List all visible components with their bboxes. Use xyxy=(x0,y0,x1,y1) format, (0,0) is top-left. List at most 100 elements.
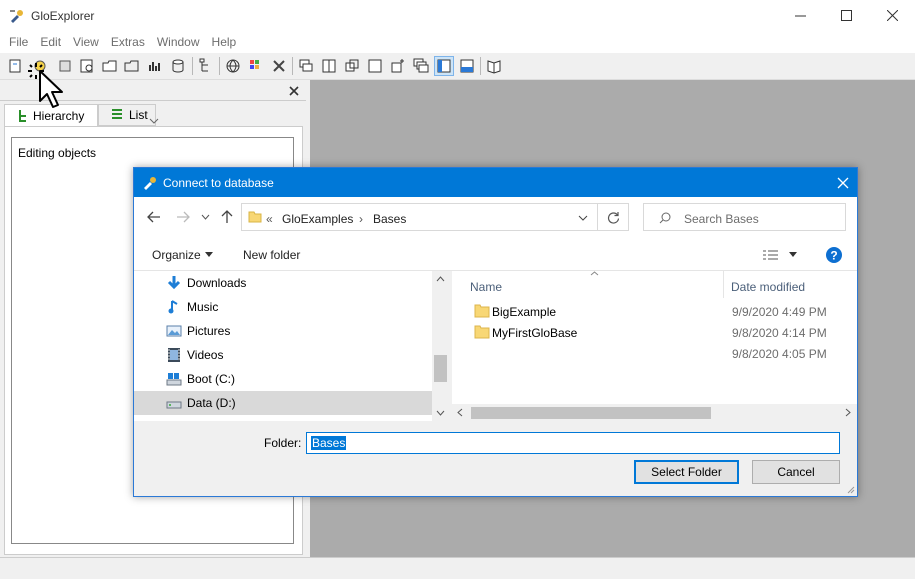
folder-icon xyxy=(248,211,262,223)
folder-input[interactable]: Bases xyxy=(306,432,840,454)
file-name: MyFirstGloBase xyxy=(492,326,578,340)
navigation-bar: « GloExamples › Bases Search Bases xyxy=(134,197,857,238)
close-icon xyxy=(886,10,898,21)
music-icon xyxy=(168,300,178,314)
tree-root-label[interactable]: Editing objects xyxy=(18,146,96,160)
chevron-right-icon[interactable] xyxy=(845,408,851,417)
chevron-down-icon[interactable] xyxy=(578,215,588,221)
menu-extras[interactable]: Extras xyxy=(105,31,151,53)
nav-item-label: Videos xyxy=(187,348,224,362)
chevron-down-icon[interactable] xyxy=(149,118,159,124)
close-button[interactable] xyxy=(869,0,915,31)
toolbar-bottompanel-button[interactable] xyxy=(457,56,477,76)
chart-icon xyxy=(149,62,160,71)
toolbar-folder2-button[interactable] xyxy=(122,56,142,76)
resize-grip-icon[interactable] xyxy=(845,484,855,494)
toolbar-separator xyxy=(192,57,193,75)
menu-file[interactable]: File xyxy=(3,31,34,53)
toolbar-stats-button[interactable] xyxy=(145,56,165,76)
menu-help[interactable]: Help xyxy=(206,31,243,53)
forward-button[interactable] xyxy=(174,208,192,226)
hierarchy-icon xyxy=(199,58,208,72)
nav-item-label: Music xyxy=(187,300,219,314)
file-list: Name Date modified BigExample 9/9/2020 4… xyxy=(452,271,857,421)
view-options-icon[interactable] xyxy=(762,249,780,261)
app-titlebar: GloExplorer xyxy=(0,0,915,31)
toolbar-stack-button[interactable] xyxy=(411,56,431,76)
new-window-icon xyxy=(391,59,404,73)
toolbar-separator xyxy=(292,57,293,75)
nav-item-label: Downloads xyxy=(187,276,247,290)
toolbar-leftpanel-button[interactable] xyxy=(434,56,454,76)
nav-item-music[interactable]: Music xyxy=(134,295,432,319)
dialog-app-icon xyxy=(144,177,156,190)
menu-bar: File Edit View Extras Window Help xyxy=(0,31,915,53)
toolbar-tools-button[interactable] xyxy=(269,56,289,76)
organize-button[interactable]: Organize xyxy=(152,248,201,262)
minimize-button[interactable] xyxy=(777,0,823,31)
menu-window[interactable]: Window xyxy=(151,31,206,53)
column-divider[interactable] xyxy=(723,271,724,298)
cascade-icon xyxy=(299,59,313,72)
toolbar-hierarchy-button[interactable] xyxy=(196,56,216,76)
nav-item-videos[interactable]: Videos xyxy=(134,343,432,367)
chevron-down-icon[interactable] xyxy=(789,252,797,257)
folder-icon xyxy=(474,325,490,339)
toolbar-preview-button[interactable] xyxy=(77,56,97,76)
toolbar-newwin-button[interactable] xyxy=(388,56,408,76)
recent-locations-button[interactable] xyxy=(199,208,211,226)
nav-item-pictures[interactable]: Pictures xyxy=(134,319,432,343)
cancel-button[interactable]: Cancel xyxy=(752,460,840,484)
file-hscrollbar[interactable] xyxy=(452,404,857,421)
toolbar-grid-button[interactable] xyxy=(246,56,266,76)
preview-icon xyxy=(80,59,93,73)
panel-close-icon[interactable] xyxy=(287,84,301,98)
new-folder-button[interactable]: New folder xyxy=(243,248,300,262)
file-hscroll-thumb[interactable] xyxy=(471,407,711,419)
maximize-button[interactable] xyxy=(823,0,869,31)
up-button[interactable] xyxy=(218,208,236,226)
chevron-down-icon[interactable] xyxy=(436,410,445,416)
toolbar-globe-button[interactable] xyxy=(223,56,243,76)
chevron-left-icon[interactable] xyxy=(457,408,463,417)
nav-scrollbar[interactable] xyxy=(432,271,449,421)
breadcrumb-overflow[interactable]: « xyxy=(266,212,273,226)
dialog-close-button[interactable] xyxy=(829,168,857,197)
nav-item-downloads[interactable]: Downloads xyxy=(134,271,432,295)
toolbar-folder-button[interactable] xyxy=(100,56,120,76)
refresh-button[interactable] xyxy=(598,203,629,231)
menu-view[interactable]: View xyxy=(67,31,105,53)
select-folder-button[interactable]: Select Folder xyxy=(634,460,739,484)
toolbar-help-button[interactable] xyxy=(484,56,504,76)
file-date: 9/9/2020 4:49 PM xyxy=(732,305,827,319)
search-input[interactable]: Search Bases xyxy=(643,203,846,231)
navigation-pane: Downloads Music Pictures Videos Boot (C:… xyxy=(134,271,449,421)
file-row[interactable]: 9/8/2020 4:05 PM xyxy=(452,343,857,364)
search-placeholder: Search Bases xyxy=(684,212,759,226)
arrow-right-icon xyxy=(177,211,190,223)
toolbar-tile-button[interactable] xyxy=(319,56,339,76)
nav-item-data-d[interactable]: Data (D:) xyxy=(134,391,432,415)
toolbar-blank-button[interactable] xyxy=(365,56,385,76)
nav-scroll-thumb[interactable] xyxy=(434,355,447,382)
toolbar-cascade-button[interactable] xyxy=(296,56,316,76)
dialog-titlebar: Connect to database xyxy=(134,168,857,197)
breadcrumb-gloexamples[interactable]: GloExamples xyxy=(282,212,353,226)
window-icon xyxy=(345,59,359,72)
address-bar[interactable]: « GloExamples › Bases xyxy=(241,203,598,231)
toolbar-separator xyxy=(219,57,220,75)
breadcrumb-bases[interactable]: Bases xyxy=(373,212,406,226)
column-header-date[interactable]: Date modified xyxy=(731,280,805,294)
help-icon[interactable]: ? xyxy=(825,246,843,264)
back-button[interactable] xyxy=(145,208,163,226)
chevron-up-icon[interactable] xyxy=(436,276,445,282)
tab-list[interactable]: List xyxy=(98,104,156,126)
toolbar-window-button[interactable] xyxy=(342,56,362,76)
toolbar-database-button[interactable] xyxy=(168,56,188,76)
file-name: BigExample xyxy=(492,305,557,319)
nav-item-boot-c[interactable]: Boot (C:) xyxy=(134,367,432,391)
file-row[interactable]: MyFirstGloBase 9/8/2020 4:14 PM xyxy=(452,322,857,343)
file-row[interactable]: BigExample 9/9/2020 4:49 PM xyxy=(452,301,857,322)
menu-edit[interactable]: Edit xyxy=(34,31,67,53)
column-header-name[interactable]: Name xyxy=(470,280,502,294)
